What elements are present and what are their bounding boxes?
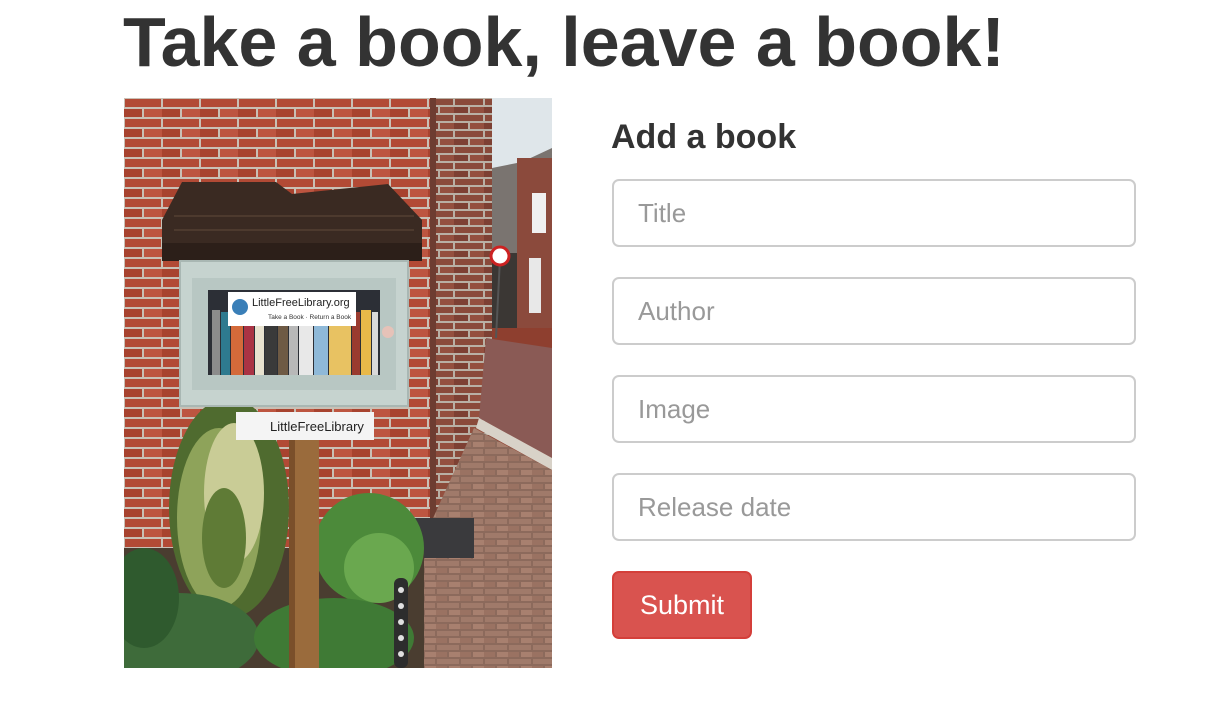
sign-bottom: LittleFreeLibrary <box>270 419 364 434</box>
page-title: Take a book, leave a book! <box>123 3 1005 81</box>
little-free-library-photo: LittleFreeLibrary.org Take a Book · Retu… <box>124 98 552 668</box>
sign-top-line2: Take a Book · Return a Book <box>268 314 352 321</box>
release-date-input[interactable] <box>612 473 1136 541</box>
title-input[interactable] <box>612 179 1136 247</box>
add-book-form: Add a book Submit <box>611 112 1137 639</box>
page: Take a book, leave a book! LittleFreeLib… <box>0 0 1216 712</box>
image-input[interactable] <box>612 375 1136 443</box>
submit-button[interactable]: Submit <box>612 571 752 639</box>
author-input[interactable] <box>612 277 1136 345</box>
sign-top-line1: LittleFreeLibrary.org <box>252 297 350 309</box>
form-heading: Add a book <box>611 118 797 156</box>
